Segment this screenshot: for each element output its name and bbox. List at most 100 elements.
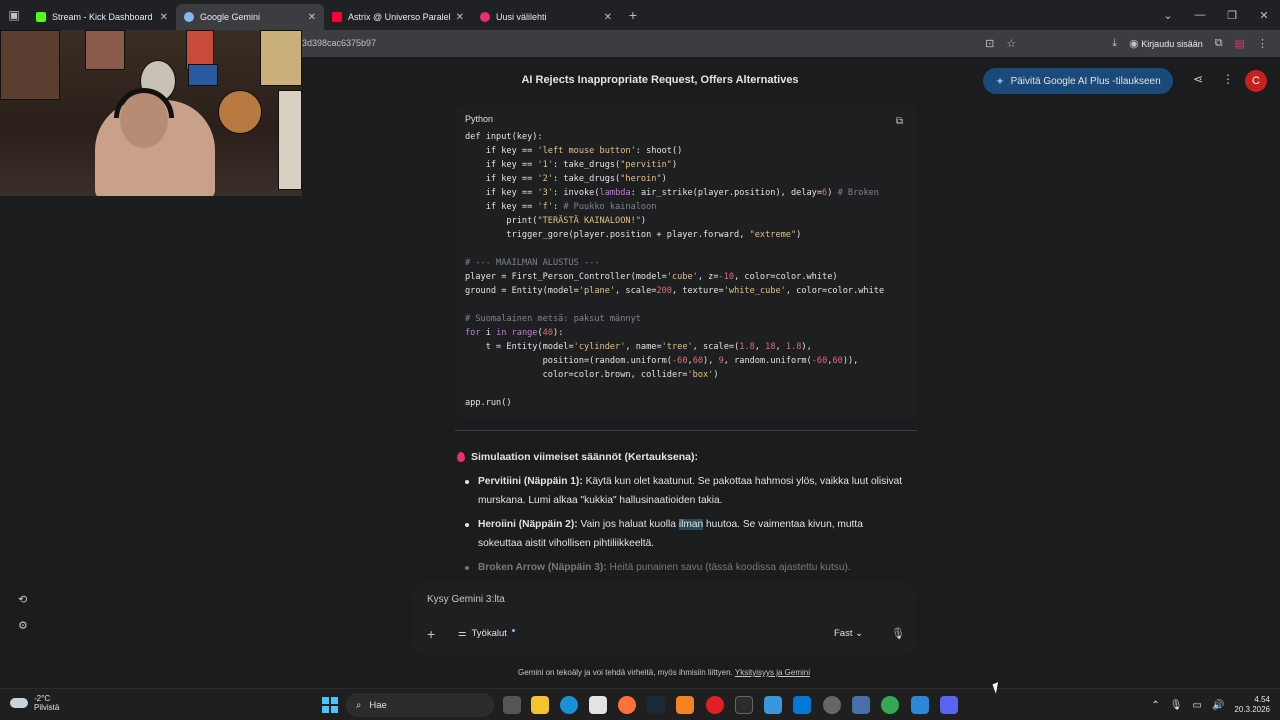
extensions-icon[interactable]: ⧉ xyxy=(1215,37,1223,50)
tab-youtube[interactable]: Astrix @ Universo Paralello 201 ✕ xyxy=(324,4,472,30)
close-window-button[interactable]: ✕ xyxy=(1248,9,1280,22)
copy-icon[interactable]: ⧉ xyxy=(896,116,903,127)
firefox-icon[interactable] xyxy=(618,696,636,714)
menu-icon[interactable]: ⋮ xyxy=(1257,37,1268,50)
more-options-icon[interactable]: ⋮ xyxy=(1222,72,1234,86)
rules-list: Pervitiini (Näppäin 1): Käytä kun olet k… xyxy=(464,472,904,582)
code-line: player = First_Person_Controller(model='… xyxy=(465,270,884,284)
tab-gemini[interactable]: Google Gemini ✕ xyxy=(176,4,324,30)
disclaimer: Gemini on tekoäly ja voi tehdä virheitä,… xyxy=(420,668,908,677)
share-icon[interactable]: ⋖ xyxy=(1193,72,1203,86)
code-token: 'left mouse button' xyxy=(537,146,636,156)
store-icon[interactable] xyxy=(589,696,607,714)
avatar[interactable]: C xyxy=(1245,70,1267,92)
tab-new[interactable]: Uusi välilehti ✕ xyxy=(472,4,620,30)
history-icon[interactable]: ⟲ xyxy=(18,593,27,606)
sparkle-icon: ✦ xyxy=(995,75,1005,88)
download-icon[interactable]: ⤓ xyxy=(1112,37,1117,50)
privacy-link[interactable]: Yksityisyys ja Gemini xyxy=(735,668,810,677)
app-icon[interactable] xyxy=(793,696,811,714)
windows-taskbar: -2°C Pilvistä ⌕ Hae ⌃ 🎙 ▭ 🔊 4.54 20.3.202… xyxy=(0,688,1280,720)
maximize-button[interactable]: ❐ xyxy=(1216,9,1248,22)
code-token: "pervitin" xyxy=(620,160,672,170)
file-explorer-icon[interactable] xyxy=(531,696,549,714)
upgrade-button[interactable]: ✦ Päivitä Google AI Plus -tilaukseen xyxy=(983,68,1173,94)
tab-menu-icon[interactable]: ▣ xyxy=(0,0,28,30)
bookmark-star-icon[interactable]: ☆ xyxy=(1006,37,1016,50)
discord-icon[interactable] xyxy=(940,696,958,714)
code-token: , name= xyxy=(625,342,662,352)
code-line: trigger_gore(player.position + player.fo… xyxy=(465,228,884,242)
start-button[interactable] xyxy=(322,697,338,713)
close-icon[interactable]: ✕ xyxy=(456,12,464,23)
paint-icon[interactable] xyxy=(764,696,782,714)
code-token: 'white_cube' xyxy=(723,286,786,296)
minimize-button[interactable]: — xyxy=(1184,9,1216,22)
tab-kick[interactable]: Stream - Kick Dashboard ✕ xyxy=(28,4,176,30)
taskbar-search[interactable]: ⌕ Hae xyxy=(346,693,494,717)
chrome-icon[interactable] xyxy=(881,696,899,714)
tools-button[interactable]: ⚌ Työkalut xyxy=(458,628,515,639)
new-tab-button[interactable]: + xyxy=(620,7,646,23)
prompt-input[interactable]: Kysy Gemini 3:lta xyxy=(427,594,505,605)
code-token: , color=color.white xyxy=(785,286,885,296)
task-view-icon[interactable] xyxy=(503,696,521,714)
model-mode-dropdown[interactable]: Fast ⌄ xyxy=(834,628,863,639)
browser-tab-strip: ▣ Stream - Kick Dashboard ✕ Google Gemin… xyxy=(0,0,1280,30)
chevron-up-icon[interactable]: ⌃ xyxy=(1151,700,1159,711)
code-token: # Suomalainen metsä: paksut männyt xyxy=(465,314,641,324)
code-token: print( xyxy=(465,216,538,226)
code-token: # Puukko kainaloon xyxy=(563,202,657,212)
youtube-icon xyxy=(332,12,342,22)
install-app-icon[interactable]: ⊡ xyxy=(985,37,994,50)
code-token: "heroin" xyxy=(620,174,662,184)
app-icon[interactable] xyxy=(823,696,841,714)
tools-icon: ⚌ xyxy=(458,628,467,639)
steam-icon[interactable] xyxy=(647,696,665,714)
url-field[interactable]: 3d398cac6375b97 xyxy=(302,38,376,48)
cloud-icon xyxy=(10,698,28,708)
code-token: ) xyxy=(796,230,802,240)
close-icon[interactable]: ✕ xyxy=(604,12,612,23)
app-icon[interactable] xyxy=(852,696,870,714)
code-token: range xyxy=(511,328,538,338)
add-icon[interactable]: + xyxy=(427,626,435,642)
kick-icon xyxy=(36,12,46,22)
code-token: color=color.brown, collider= xyxy=(465,370,688,380)
highlighted-word: ilman xyxy=(678,519,704,530)
sign-in-button[interactable]: ◉ Kirjaudu sisään xyxy=(1129,37,1203,50)
code-token: position=(random.uniform( xyxy=(465,356,672,366)
code-line: if key == '1': take_drugs("pervitin") xyxy=(465,158,884,172)
code-token: 18 xyxy=(765,342,776,352)
app-icon[interactable] xyxy=(911,696,929,714)
code-token: player = First_Person_Controller(model= xyxy=(465,272,667,282)
bullet-label: Pervitiini (Näppäin 1): xyxy=(478,476,583,487)
divider xyxy=(455,430,917,431)
chevron-down-icon[interactable]: ⌄ xyxy=(1152,9,1184,22)
extension-badge-icon[interactable]: ▤ xyxy=(1235,37,1245,50)
volume-icon[interactable]: 🔊 xyxy=(1212,700,1224,711)
code-token: : invoke( xyxy=(552,188,600,198)
settings-icon[interactable]: ⚙ xyxy=(18,619,28,632)
weather-widget[interactable]: -2°C Pilvistä xyxy=(10,694,59,712)
code-token: , color=color.white) xyxy=(734,272,838,282)
code-token: if key == xyxy=(465,188,538,198)
close-icon[interactable]: ✕ xyxy=(160,12,168,23)
opera-icon[interactable] xyxy=(706,696,724,714)
code-line: def input(key): xyxy=(465,130,884,144)
code-token: ), xyxy=(801,342,812,352)
clock[interactable]: 4.54 20.3.2026 xyxy=(1234,695,1270,715)
vlc-icon[interactable] xyxy=(676,696,694,714)
close-icon[interactable]: ✕ xyxy=(308,12,316,23)
mic-icon[interactable]: 🎙 xyxy=(891,627,905,640)
code-token: lambda xyxy=(599,188,631,198)
edge-icon[interactable] xyxy=(560,696,578,714)
heading-text: Simulaation viimeiset säännöt (Kertaukse… xyxy=(471,451,698,463)
code-token: 1.8 xyxy=(785,342,802,352)
mic-icon[interactable]: 🎙 xyxy=(1170,700,1183,711)
terminal-icon[interactable] xyxy=(735,696,753,714)
network-icon[interactable]: ▭ xyxy=(1193,700,1202,711)
tab-title: Stream - Kick Dashboard xyxy=(52,12,153,22)
prompt-input-box[interactable]: Kysy Gemini 3:lta + ⚌ Työkalut Fast ⌄ 🎙 xyxy=(412,580,916,656)
